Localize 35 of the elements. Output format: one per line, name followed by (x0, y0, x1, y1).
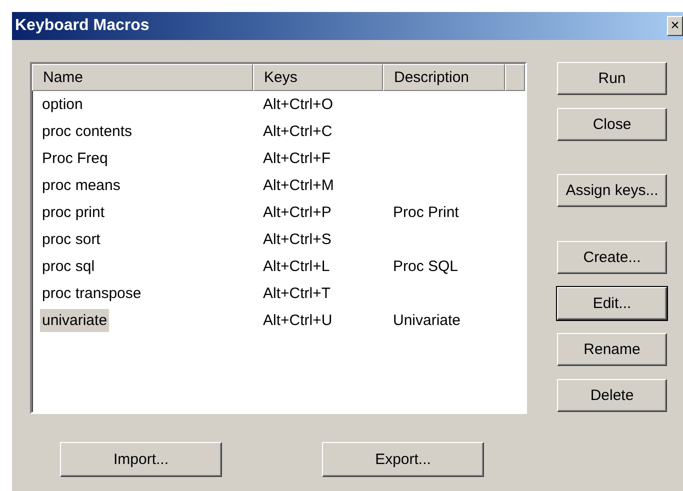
macro-name[interactable]: proc sql (40, 255, 97, 278)
table-cell: Proc SQL (393, 258, 458, 275)
table-cell: Univariate (393, 312, 461, 329)
dialog-button[interactable]: Run (557, 62, 667, 95)
dialog-button[interactable]: Rename (557, 333, 667, 366)
import-button[interactable]: Import... (60, 442, 222, 477)
macro-name[interactable]: option (40, 93, 85, 116)
column-header[interactable]: Description (383, 64, 505, 91)
table-cell: Alt+Ctrl+S (263, 231, 332, 248)
macro-name[interactable]: proc transpose (40, 282, 144, 305)
table-cell: Alt+Ctrl+U (263, 312, 332, 329)
table-cell: Alt+Ctrl+T (263, 285, 331, 302)
macro-name[interactable]: proc means (40, 174, 122, 197)
window-title: Keyboard Macros (15, 17, 150, 35)
table-cell: Alt+Ctrl+C (263, 123, 332, 140)
macro-name[interactable]: proc contents (40, 120, 134, 143)
dialog-button[interactable]: Create... (557, 241, 667, 274)
table-cell: Alt+Ctrl+M (263, 177, 334, 194)
column-header[interactable]: Name (32, 64, 253, 91)
macro-name[interactable]: proc print (40, 201, 107, 224)
table-cell: Alt+Ctrl+L (263, 258, 330, 275)
macro-name[interactable]: univariate (40, 309, 110, 332)
column-header[interactable]: Keys (253, 64, 383, 91)
dialog-button[interactable]: Assign keys... (557, 174, 667, 207)
table-cell: Alt+Ctrl+F (263, 150, 331, 167)
close-button[interactable]: × (667, 16, 683, 36)
dialog-button[interactable]: Edit... (557, 287, 667, 320)
dialog-button[interactable]: Delete (557, 379, 667, 412)
export-button[interactable]: Export... (322, 442, 484, 477)
table-cell: Alt+Ctrl+O (263, 96, 334, 113)
table-cell: Proc Print (393, 204, 459, 221)
macro-name[interactable]: Proc Freq (40, 147, 110, 170)
dialog-button[interactable]: Close (557, 108, 667, 141)
table-cell: Alt+Ctrl+P (263, 204, 332, 221)
macro-name[interactable]: proc sort (40, 228, 102, 251)
